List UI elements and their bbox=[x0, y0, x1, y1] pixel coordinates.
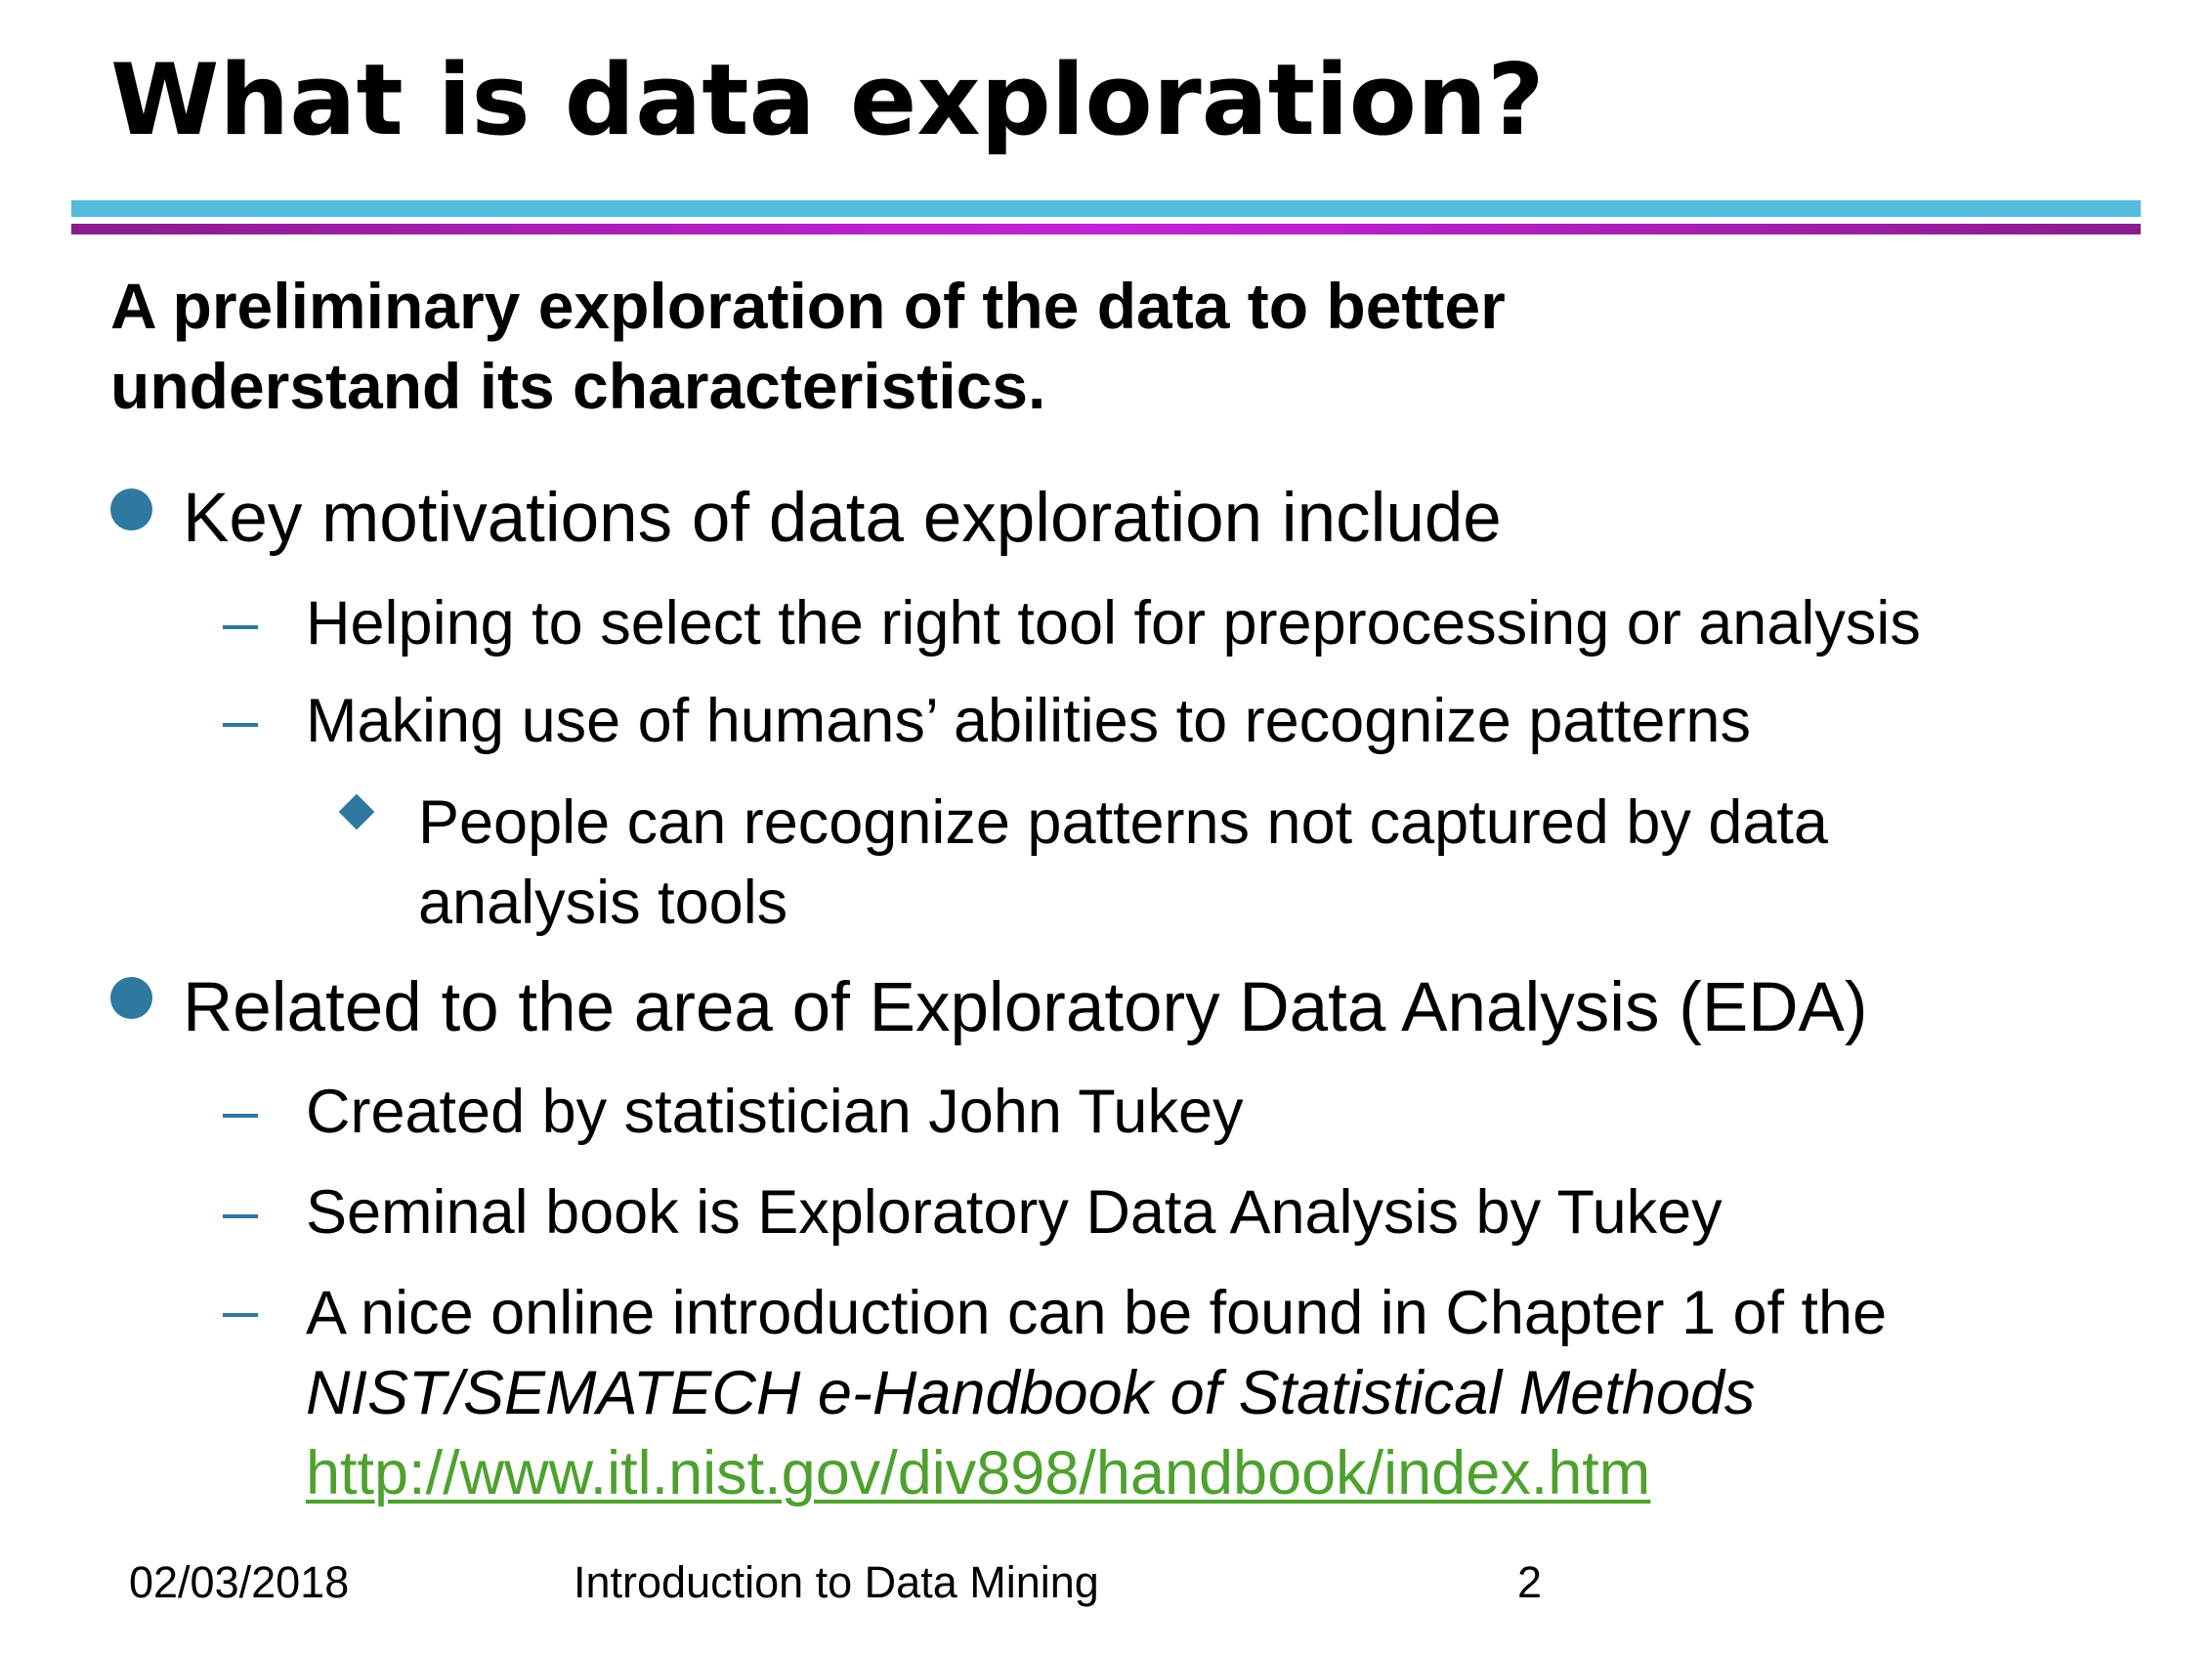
subsubbullet-line-1: People can recognize patterns not captur… bbox=[418, 788, 1828, 857]
subbullet-human-abilities: Making use of humans’ abilities to recog… bbox=[306, 687, 1751, 755]
subbullet-seminal-book: Seminal book is Exploratory Data Analysi… bbox=[306, 1178, 1723, 1247]
handbook-title: NIST/SEMATECH e-Handbook of Statistical … bbox=[306, 1359, 1756, 1427]
dash-icon bbox=[223, 1114, 258, 1118]
footer-page-number: 2 bbox=[1517, 1557, 1543, 1607]
diamond-bullet-icon bbox=[338, 793, 375, 830]
handbook-link[interactable]: http://www.itl.nist.gov/div898/handbook/… bbox=[306, 1439, 1650, 1507]
subsubbullet-line-2: analysis tools bbox=[418, 869, 788, 937]
subbullet-online-intro: A nice online introduction can be found … bbox=[306, 1273, 1887, 1513]
bullet-motivations: Key motivations of data exploration incl… bbox=[183, 480, 1502, 557]
online-intro-line-1: A nice online introduction can be found … bbox=[306, 1279, 1888, 1347]
title-rule-purple bbox=[71, 224, 2141, 234]
slide-subtitle: A preliminary exploration of the data to… bbox=[110, 266, 1506, 426]
footer-course: Introduction to Data Mining bbox=[574, 1557, 1099, 1607]
footer-date: 02/03/2018 bbox=[129, 1557, 350, 1607]
bullet-dot-icon bbox=[110, 488, 152, 530]
subsubbullet-people-recognize: People can recognize patterns not captur… bbox=[418, 783, 1828, 943]
dash-icon bbox=[223, 1214, 258, 1218]
dash-icon bbox=[223, 723, 258, 727]
handbook-link-row: http://www.itl.nist.gov/div898/handbook/… bbox=[306, 1433, 1887, 1513]
subbullet-tukey: Created by statistician John Tukey bbox=[306, 1078, 1244, 1146]
dash-icon bbox=[223, 1313, 258, 1317]
subbullet-select-tool: Helping to select the right tool for pre… bbox=[306, 589, 1921, 658]
title-rule-blue bbox=[71, 200, 2141, 217]
dash-icon bbox=[223, 625, 258, 629]
bullet-eda: Related to the area of Exploratory Data … bbox=[183, 969, 1868, 1046]
slide-title: What is data exploration? bbox=[110, 42, 1545, 157]
bullet-dot-icon bbox=[110, 977, 152, 1019]
subtitle-line-1: A preliminary exploration of the data to… bbox=[110, 270, 1506, 342]
slide: What is data exploration? A preliminary … bbox=[0, 0, 2212, 1655]
subtitle-line-2: understand its characteristics. bbox=[110, 350, 1046, 422]
